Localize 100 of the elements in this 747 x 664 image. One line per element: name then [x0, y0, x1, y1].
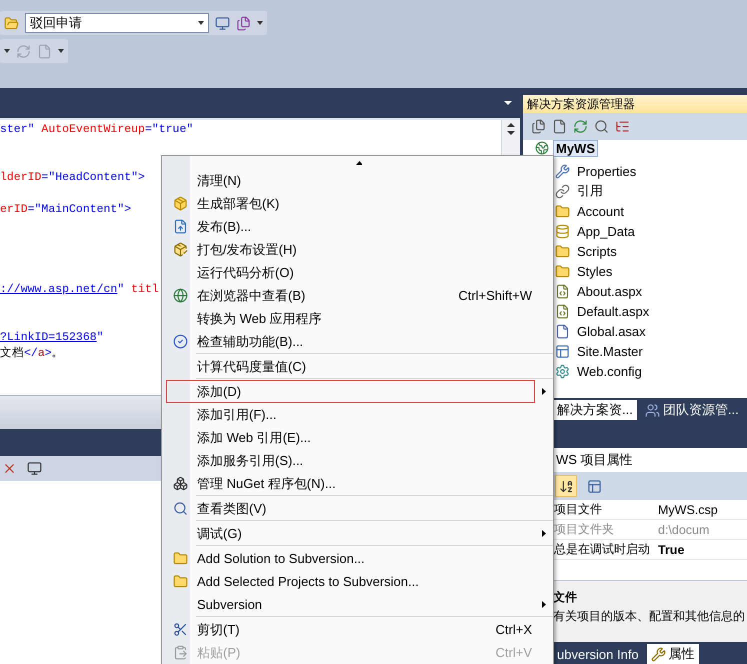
overflow-icon	[257, 20, 263, 26]
tree-item[interactable]: About.aspx	[574, 282, 646, 300]
tree-item[interactable]: Account	[574, 202, 627, 220]
menu-item[interactable]: Add Selected Projects to Subversion...	[166, 570, 535, 593]
menu-item[interactable]: Subversion	[166, 593, 535, 616]
file-icon	[555, 324, 570, 338]
menu-item[interactable]: 查看类图(V)	[166, 497, 535, 520]
wrench-icon	[650, 646, 666, 662]
menu-item[interactable]: 添加(D)	[166, 380, 535, 403]
description-text: 有关项目的版本、配置和其他信息的	[553, 608, 746, 625]
dropdown-arrow-icon	[198, 20, 204, 26]
menu-item[interactable]: 调试(G)	[166, 522, 535, 545]
folder-icon	[4, 16, 19, 30]
tree-item[interactable]: Styles	[574, 262, 616, 280]
database-icon	[555, 224, 570, 238]
globe-icon	[172, 288, 188, 303]
property-value: d:\docum	[658, 522, 710, 536]
link-icon	[555, 184, 570, 198]
tree-icon	[615, 119, 630, 134]
tree-item[interactable]: MyWS	[553, 140, 598, 156]
code-line: lderID="HeadContent">	[0, 170, 145, 186]
tree-item[interactable]: Global.asax	[574, 322, 649, 340]
folder-plus-icon	[172, 551, 188, 566]
menu-item[interactable]: 清理(N)	[166, 169, 535, 192]
menu-item[interactable]: 在浏览器中查看(B) Ctrl+Shift+W	[166, 284, 535, 307]
folder-icon	[555, 204, 570, 218]
sort-button[interactable]	[555, 475, 577, 497]
overflow-icon	[58, 48, 64, 54]
magnifier-icon	[172, 501, 188, 516]
menu-item[interactable]: 发布(B)...	[166, 215, 535, 238]
users-icon	[644, 402, 660, 418]
property-value: True	[658, 542, 684, 556]
submenu-arrow-icon	[541, 601, 547, 608]
panel-tab[interactable]: 属性	[646, 644, 699, 664]
globe-icon	[535, 141, 549, 155]
package-icon	[172, 242, 188, 257]
panel-tab[interactable]: 团队资源管...	[640, 400, 743, 420]
menu-item[interactable]: 检查辅助功能(B)...	[166, 330, 535, 353]
menu-item[interactable]: 添加引用(F)...	[166, 403, 535, 426]
dropdown-arrow-icon[interactable]	[504, 100, 512, 106]
menu-item[interactable]: 转换为 Web 应用程序	[166, 307, 535, 330]
monitor-icon	[27, 461, 42, 476]
menu-item[interactable]: 添加 Web 引用(E)...	[166, 426, 535, 449]
scroll-up-icon	[356, 160, 362, 167]
tree-item[interactable]: Scripts	[574, 242, 620, 260]
submenu-arrow-icon	[541, 388, 547, 395]
folder-icon	[555, 264, 570, 278]
tree-item[interactable]: Default.aspx	[574, 302, 652, 320]
page-icon	[555, 304, 570, 318]
page-icon	[555, 284, 570, 298]
package-icon	[172, 196, 188, 211]
dropdown-arrow-icon	[4, 48, 10, 54]
split-icon[interactable]	[505, 122, 517, 136]
tree-item[interactable]: Site.Master	[574, 342, 646, 360]
property-name: 总是在调试时启动	[554, 541, 651, 558]
wrench-icon	[555, 164, 570, 178]
tree-item[interactable]: App_Data	[574, 222, 638, 240]
gear-icon	[555, 364, 570, 378]
check-circle-icon	[172, 334, 188, 349]
file-icon	[37, 44, 52, 58]
code-line: ?LinkID=152368"	[0, 330, 104, 346]
files-icon	[236, 16, 251, 30]
property-value: MyWS.csp	[658, 502, 718, 516]
property-name: 项目文件	[554, 501, 603, 518]
monitor-icon	[215, 16, 230, 30]
combo-box[interactable]: 驳回申请	[25, 13, 209, 33]
description-title: 文件	[553, 589, 578, 606]
code-line: 文档</a>。	[0, 346, 64, 362]
submenu-arrow-icon	[541, 530, 547, 537]
refresh-icon	[573, 119, 588, 134]
menu-item[interactable]: 运行代码分析(O)	[166, 261, 535, 284]
code-line: erID="MainContent">	[0, 202, 132, 218]
boxes-icon	[172, 476, 188, 491]
code-line: ://www.asp.net/cn" titl	[0, 282, 159, 298]
panel-title: 解决方案资源管理器	[523, 95, 747, 113]
page-arrow-icon	[172, 219, 188, 234]
menu-item[interactable]: 管理 NuGet 程序包(N)...	[166, 472, 535, 495]
close-icon	[2, 461, 17, 476]
tree-item[interactable]: Web.config	[574, 362, 645, 380]
layout-icon	[555, 344, 570, 358]
refresh-icon	[16, 44, 31, 58]
menu-item[interactable]: 剪切(T) Ctrl+X	[166, 618, 535, 641]
tree-item[interactable]: 引用	[574, 181, 606, 201]
magnifier-icon	[594, 119, 609, 134]
menu-item[interactable]: Add Solution to Subversion...	[166, 547, 535, 570]
panel-tab[interactable]: ubversion Info	[553, 644, 643, 664]
scissors-icon	[172, 622, 188, 637]
files-icon	[531, 119, 546, 134]
file-icon	[552, 119, 567, 134]
folder-plus-icon	[172, 574, 188, 589]
sort-icon	[558, 478, 574, 494]
menu-item[interactable]: 计算代码度量值(C)	[166, 355, 535, 378]
tree-item[interactable]: Properties	[574, 162, 640, 180]
menu-item[interactable]: 打包/发布设置(H)	[166, 238, 535, 261]
code-line: ster" AutoEventWireup="true"	[0, 122, 194, 138]
panel-tab[interactable]: 解决方案资...	[553, 400, 637, 420]
clipboard-icon	[172, 645, 188, 660]
window-icon	[586, 478, 602, 494]
menu-item[interactable]: 生成部署包(K)	[166, 192, 535, 215]
folder-icon	[555, 244, 570, 258]
